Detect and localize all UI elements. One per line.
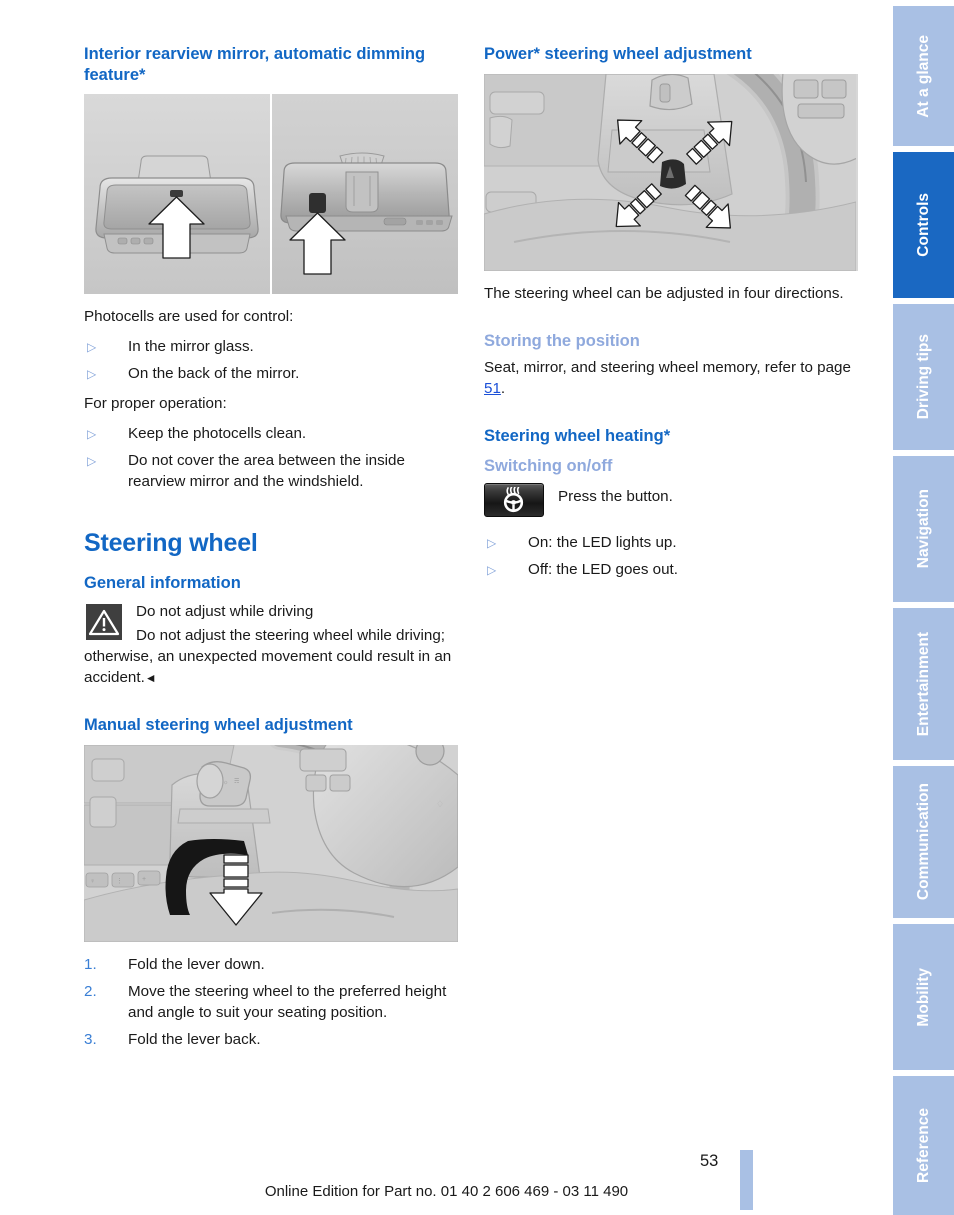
page-title: Steering wheel (84, 529, 258, 558)
list-item-label: Keep the photocells clean. (128, 425, 307, 443)
footer-text: Online Edition for Part no. 01 40 2 606 … (264, 1183, 629, 1200)
svg-text:♀: ♀ (90, 878, 95, 885)
tab-controls[interactable]: Controls (893, 152, 954, 298)
page-reference-link[interactable]: 51 (484, 380, 501, 397)
list-item: ▷ Off: the LED goes out. (484, 560, 858, 581)
warning-title: Do not adjust while driving (136, 603, 314, 621)
list-item-label: In the mirror glass. (128, 338, 254, 356)
tab-navigation[interactable]: Navigation (893, 456, 954, 602)
heating-led-list: ▷ On: the LED lights up. ▷ Off: the LED … (484, 533, 858, 581)
storing-position-text: Seat, mirror, and steering wheel memory,… (484, 359, 851, 398)
tab-label: Entertainment (914, 631, 932, 737)
heading-general-information: General information (84, 573, 241, 592)
chapter-tab-rail: At a glance Controls Driving tips Naviga… (893, 0, 954, 1215)
triangle-bullet-icon: ▷ (87, 367, 97, 382)
step-text: Move the steering wheel to the preferred… (128, 982, 447, 1021)
figure-manual-steering-wheel: ☼ ☴ ♢ ♀ ⋮ + (84, 744, 458, 942)
list-item-label: Do not cover the area between the inside… (128, 452, 405, 491)
step-text: Fold the lever back. (128, 1030, 261, 1048)
list-item: ▷ Do not cover the area between the insi… (84, 451, 458, 493)
heating-button-row: Press the button. (484, 483, 858, 518)
heading-storing-the-position: Storing the position (484, 331, 640, 350)
svg-text:♢: ♢ (436, 799, 444, 809)
manual-page: Interior rearview mirror, automatic dimm… (0, 0, 954, 1215)
interior-rearview-mirror-photocells-image (84, 94, 458, 295)
list-item-label: On: the LED lights up. (528, 534, 677, 552)
list-item: ▷ In the mirror glass. (84, 337, 458, 358)
tab-label: Mobility (914, 967, 932, 1027)
tab-label: Communication (914, 783, 932, 901)
photocell-location-list: ▷ In the mirror glass. ▷ On the back of … (84, 337, 458, 385)
svg-text:⋮: ⋮ (116, 878, 123, 885)
list-item-label: On the back of the mirror. (128, 365, 300, 383)
heading-interior-rearview-mirror: Interior rearview mirror, automatic dimm… (84, 45, 426, 84)
proper-operation-intro: For proper operation: (84, 395, 227, 413)
proper-operation-list: ▷ Keep the photocells clean. ▷ Do not co… (84, 424, 458, 493)
list-item: ▷ On: the LED lights up. (484, 533, 858, 554)
triangle-bullet-icon: ▷ (487, 563, 497, 578)
figure-interior-rearview-mirror (84, 94, 458, 295)
list-item: ▷ Keep the photocells clean. (84, 424, 458, 445)
tab-entertainment[interactable]: Entertainment (893, 608, 954, 760)
triangle-bullet-icon: ▷ (87, 340, 97, 355)
list-item: 2. Move the steering wheel to the prefer… (84, 982, 458, 1024)
page-edge-marker (740, 1150, 753, 1210)
press-the-button-label: Press the button. (558, 488, 673, 506)
photocells-intro: Photocells are used for control: (84, 308, 294, 326)
heading-switching-on-off: Switching on/off (484, 456, 613, 475)
svg-text:☼: ☼ (223, 780, 229, 786)
svg-text:+: + (142, 876, 146, 883)
list-item: 1. Fold the lever down. (84, 955, 458, 976)
tab-label: Navigation (914, 489, 932, 569)
warning-body: Do not adjust the steering wheel while d… (84, 627, 452, 687)
step-number: 2. (84, 982, 97, 1000)
list-item: ▷ On the back of the mirror. (84, 364, 458, 385)
tab-at-a-glance[interactable]: At a glance (893, 6, 954, 146)
step-number: 1. (84, 955, 97, 973)
tab-label: Controls (914, 193, 932, 257)
list-item-label: Off: the LED goes out. (528, 561, 678, 579)
list-item: 3. Fold the lever back. (84, 1030, 458, 1051)
warning-notice: Do not adjust while driving Do not adjus… (84, 602, 458, 689)
power-steering-wheel-switch-image (484, 73, 856, 271)
triangle-bullet-icon: ▷ (87, 427, 97, 442)
heading-manual-steering-wheel-adjustment: Manual steering wheel adjustment (84, 716, 353, 735)
tab-reference[interactable]: Reference (893, 1076, 954, 1215)
step-number: 3. (84, 1030, 97, 1048)
heading-power-steering-wheel-adjustment: Power* steering wheel adjustment (484, 45, 752, 63)
tab-label: Reference (914, 1108, 932, 1183)
tab-communication[interactable]: Communication (893, 766, 954, 918)
tab-mobility[interactable]: Mobility (893, 924, 954, 1070)
heading-steering-wheel-heating: Steering wheel heating* (484, 427, 671, 446)
tab-driving-tips[interactable]: Driving tips (893, 304, 954, 450)
tab-label: Driving tips (914, 334, 932, 420)
manual-adjustment-steps: 1. Fold the lever down. 2. Move the stee… (84, 955, 458, 1051)
triangle-bullet-icon: ▷ (87, 454, 97, 469)
page-number: 53 (700, 1152, 719, 1170)
manual-steering-wheel-lever-image: ☼ ☴ ♢ ♀ ⋮ + (84, 744, 458, 942)
left-column: Interior rearview mirror, automatic dimm… (84, 44, 458, 1057)
right-column: Power* steering wheel adjustment The ste… (484, 44, 858, 590)
power-adjustment-description: The steering wheel can be adjusted in fo… (484, 284, 844, 302)
steering-wheel-heating-icon[interactable] (484, 483, 544, 518)
warning-triangle-icon (86, 604, 122, 641)
svg-text:☴: ☴ (234, 778, 239, 785)
triangle-bullet-icon: ▷ (487, 536, 497, 551)
end-of-warning-mark: ◄ (144, 671, 157, 686)
tab-label: At a glance (914, 34, 932, 118)
step-text: Fold the lever down. (128, 955, 265, 973)
figure-power-steering-wheel (484, 73, 858, 271)
